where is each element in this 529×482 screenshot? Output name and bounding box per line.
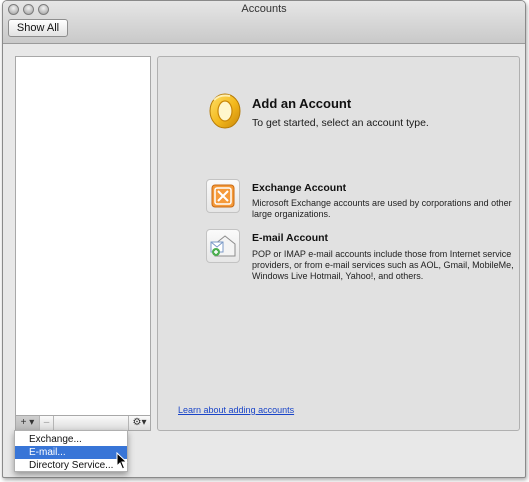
menu-item-exchange[interactable]: Exchange... [15, 433, 127, 446]
sidebar-toolbar: + ▾ – ⚙▾ [15, 416, 151, 431]
show-all-button[interactable]: Show All [8, 19, 68, 37]
remove-account-button[interactable]: – [40, 416, 54, 430]
accounts-window: Accounts Show All + ▾ – ⚙▾ Add an Accoun… [2, 0, 526, 478]
learn-about-accounts-link[interactable]: Learn about adding accounts [178, 405, 294, 415]
menu-item-email[interactable]: E-mail... [15, 446, 127, 459]
accounts-list[interactable] [15, 56, 151, 416]
page-title: Add an Account [252, 96, 352, 111]
mouse-pointer-icon [116, 452, 128, 470]
exchange-account-description: Microsoft Exchange accounts are used by … [252, 198, 512, 219]
exchange-icon [211, 184, 235, 208]
email-account-icon-button[interactable] [206, 229, 240, 263]
email-account-title[interactable]: E-mail Account [252, 232, 328, 244]
window-title: Accounts [241, 3, 287, 15]
exchange-account-icon-button[interactable] [206, 179, 240, 213]
exchange-account-title[interactable]: Exchange Account [252, 182, 346, 194]
add-account-dropdown-menu: Exchange... E-mail... Directory Service.… [14, 430, 128, 472]
page-subtitle: To get started, select an account type. [252, 117, 429, 129]
title-bar: Accounts Show All [3, 1, 525, 44]
add-account-panel: Add an Account To get started, select an… [157, 56, 520, 431]
email-account-description: POP or IMAP e-mail accounts include thos… [252, 249, 514, 281]
gear-menu-button[interactable]: ⚙▾ [128, 416, 150, 430]
email-account-icon [210, 235, 236, 257]
outlook-logo-icon [209, 93, 241, 129]
menu-item-directory-service[interactable]: Directory Service... [15, 459, 127, 472]
add-account-button[interactable]: + ▾ [16, 416, 40, 430]
